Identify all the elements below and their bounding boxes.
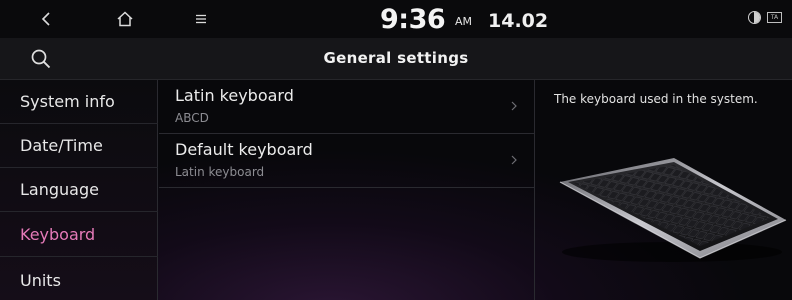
- sidebar-item-label: Date/Time: [20, 136, 103, 155]
- sidebar-item-keyboard[interactable]: Keyboard: [0, 213, 158, 257]
- page-title: General settings: [323, 49, 469, 67]
- list-item-value: Latin keyboard: [175, 165, 265, 179]
- sidebar-item-language[interactable]: Language: [0, 168, 158, 212]
- info-description: The keyboard used in the system.: [554, 92, 758, 106]
- content-area: System info Date/Time Language Keyboard …: [0, 80, 792, 300]
- status-bar: 9:36 AM 14.02 TA: [0, 0, 792, 38]
- settings-list: Latin keyboard ABCD Default keyboard Lat…: [159, 80, 535, 300]
- chevron-right-icon: [511, 101, 517, 111]
- menu-button[interactable]: [190, 0, 212, 38]
- sidebar-item-date-time[interactable]: Date/Time: [0, 124, 158, 168]
- menu-icon: [196, 14, 206, 24]
- chevron-right-icon: [511, 155, 517, 165]
- sidebar-item-label: System info: [20, 92, 115, 111]
- sidebar-item-system-info[interactable]: System info: [0, 80, 158, 124]
- sidebar-item-label: Units: [20, 270, 61, 290]
- status-icons: TA: [748, 11, 782, 24]
- title-bar: General settings: [0, 38, 792, 80]
- list-item-title: Latin keyboard: [175, 86, 294, 105]
- sidebar-item-label: Keyboard: [20, 225, 96, 244]
- theme-icon[interactable]: [748, 11, 761, 24]
- clock-ampm: AM: [455, 15, 473, 28]
- clock-time: 9:36: [380, 4, 446, 35]
- list-item-value: ABCD: [175, 111, 209, 125]
- list-item-title: Default keyboard: [175, 140, 313, 159]
- home-icon: [117, 11, 133, 27]
- back-icon: [41, 12, 50, 26]
- back-button[interactable]: [34, 0, 58, 38]
- clock-date: 14.02: [488, 10, 549, 32]
- list-item-default-keyboard[interactable]: Default keyboard Latin keyboard: [159, 134, 534, 188]
- sidebar: System info Date/Time Language Keyboard …: [0, 80, 158, 300]
- info-panel: The keyboard used in the system.: [536, 80, 792, 300]
- ta-icon: TA: [767, 12, 782, 23]
- sidebar-item-label: Language: [20, 180, 99, 199]
- keyboard-image: [559, 158, 787, 262]
- sidebar-item-units[interactable]: Units: [0, 258, 158, 300]
- list-item-latin-keyboard[interactable]: Latin keyboard ABCD: [159, 80, 534, 134]
- home-button[interactable]: [112, 0, 138, 38]
